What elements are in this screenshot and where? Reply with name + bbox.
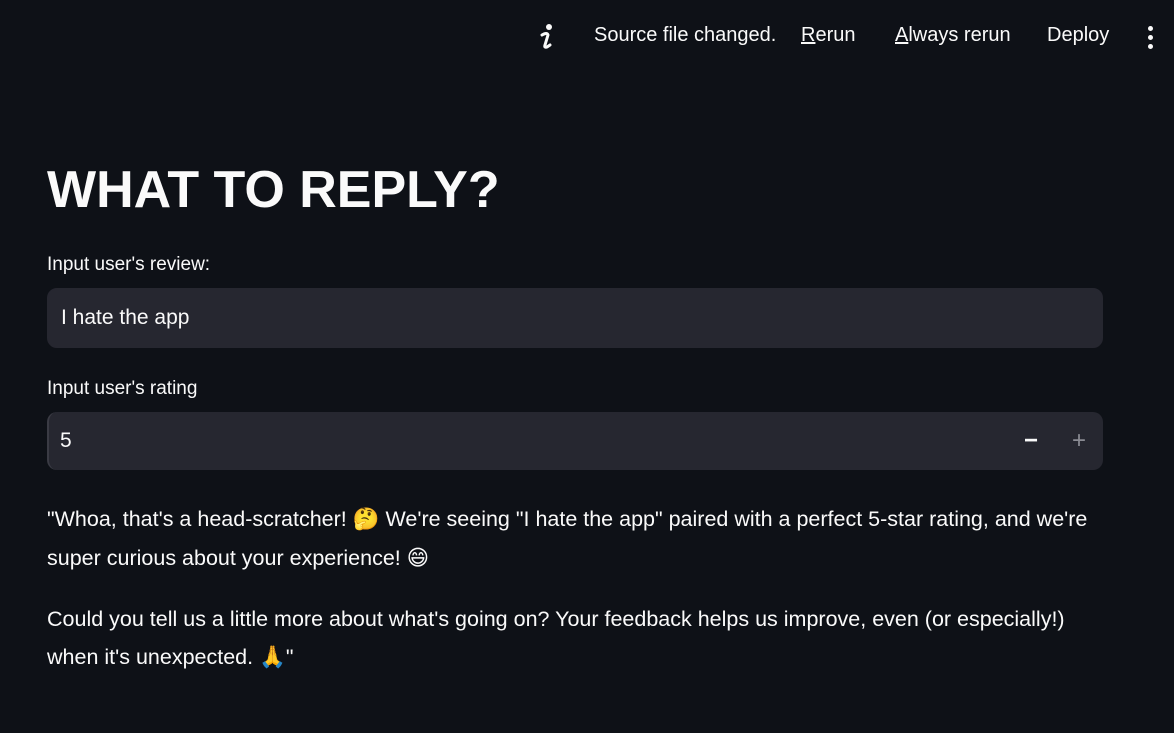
grinning-face-emoji: 😄 (406, 546, 430, 571)
reply-text: Could you tell us a little more about wh… (47, 607, 1065, 669)
folded-hands-emoji: 🙏 (259, 645, 286, 670)
deploy-button[interactable]: Deploy (1047, 24, 1109, 47)
toolbar: Source file changed. Rerun Always rerun … (0, 0, 1174, 72)
always-rerun-accel: A (895, 24, 909, 46)
rerun-label: erun (815, 24, 856, 46)
status-message: Source file changed. (594, 24, 777, 46)
info-icon (534, 22, 560, 52)
increment-button[interactable]: + (1055, 412, 1103, 470)
kebab-menu-icon[interactable] (1138, 22, 1162, 52)
rerun-accel: R (801, 24, 816, 46)
reply-text: "Whoa, that's a head-scratcher! (47, 507, 353, 531)
review-label: Input user's review: (47, 254, 211, 275)
thinking-face-emoji: 🤔 (352, 507, 380, 532)
app-page: Source file changed. Rerun Always rerun … (0, 0, 1174, 733)
reply-paragraph-2: Could you tell us a little more about wh… (47, 600, 1103, 677)
generated-reply: "Whoa, that's a head-scratcher! 🤔 We're … (47, 500, 1103, 677)
reply-paragraph-1: "Whoa, that's a head-scratcher! 🤔 We're … (47, 500, 1103, 578)
decrement-button[interactable]: − (1007, 412, 1055, 470)
page-title: WHAT TO REPLY? (47, 161, 500, 219)
main-content: WHAT TO REPLY? Input user's review: I ha… (47, 150, 1103, 699)
review-input-value: I hate the app (61, 306, 190, 329)
always-rerun-label: lways rerun (908, 24, 1011, 46)
review-input[interactable]: I hate the app (47, 288, 1103, 348)
always-rerun-button[interactable]: Always rerun (895, 24, 1011, 47)
rating-label: Input user's rating (47, 378, 198, 399)
rerun-button[interactable]: Rerun (801, 24, 855, 47)
rating-input-value: 5 (60, 429, 72, 452)
reply-text: " (285, 645, 294, 669)
rating-number-input[interactable]: 5 − + (47, 412, 1103, 470)
